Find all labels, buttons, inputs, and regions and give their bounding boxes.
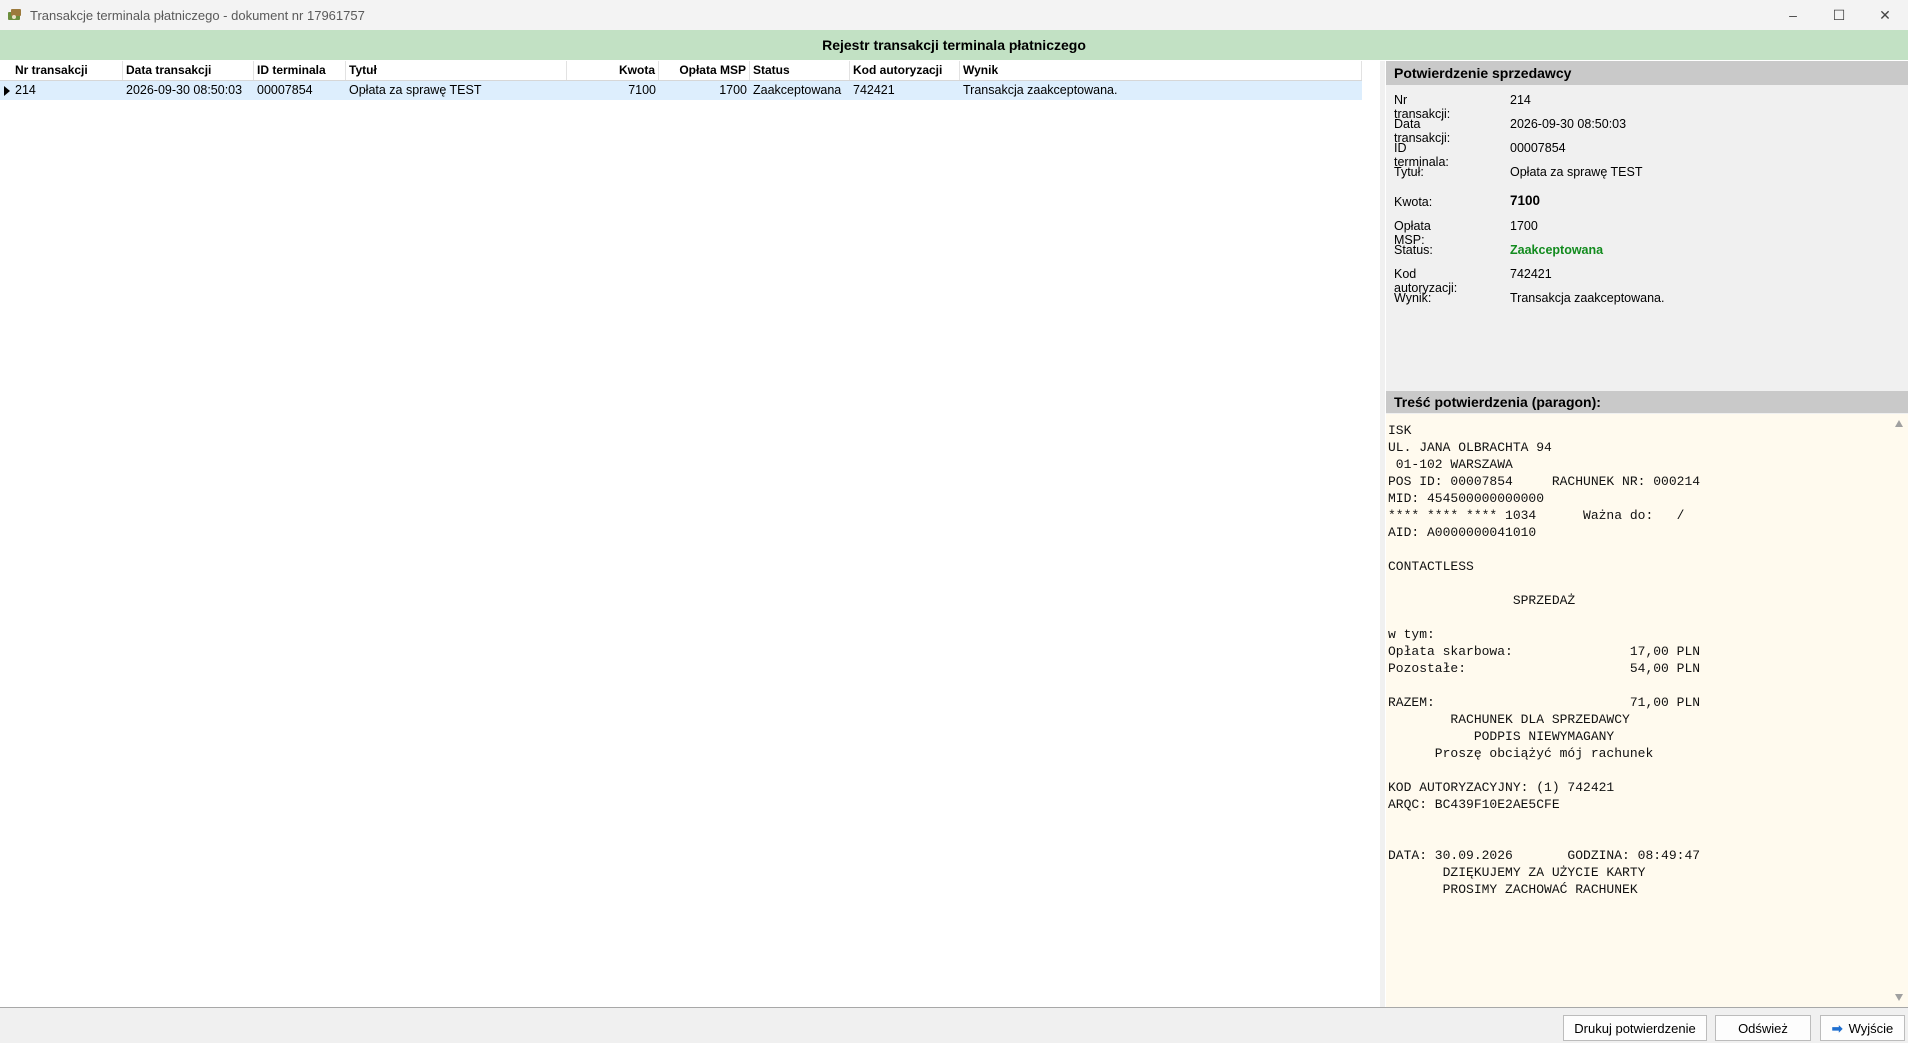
scroll-up-icon[interactable] <box>1895 420 1903 427</box>
exit-arrow-icon: ➡ <box>1831 1021 1843 1036</box>
column-header-nr[interactable]: Nr transakcji <box>12 61 123 80</box>
field-value: 2026-09-30 08:50:03 <box>1510 117 1627 131</box>
cell-amount: 7100 <box>628 83 656 97</box>
scroll-down-icon[interactable] <box>1895 994 1903 1001</box>
window-titlebar: Transakcje terminala płatniczego - dokum… <box>0 0 1908 30</box>
field-label: Status: <box>1394 243 1433 257</box>
field-value: 00007854 <box>1510 141 1566 155</box>
receipt-text: ISK UL. JANA OLBRACHTA 94 01-102 WARSZAW… <box>1388 423 1701 897</box>
bottom-toolbar: Drukuj potwierdzenie Odśwież ➡ Wyjście <box>0 1007 1908 1043</box>
minimize-button[interactable]: – <box>1770 0 1816 30</box>
field-value: 742421 <box>1510 267 1552 281</box>
cell-title: Opłata za sprawę TEST <box>349 83 482 97</box>
cell-status: Zaakceptowana <box>753 83 842 97</box>
close-button[interactable]: ✕ <box>1862 0 1908 30</box>
cell-msp-fee: 1700 <box>719 83 747 97</box>
field-value: Transakcja zaakceptowana. <box>1510 291 1665 305</box>
refresh-button[interactable]: Odśwież <box>1715 1015 1811 1041</box>
cell-nr: 214 <box>15 83 36 97</box>
window-title: Transakcje terminala płatniczego - dokum… <box>30 7 365 23</box>
column-header-date[interactable]: Data transakcji <box>123 61 254 80</box>
row-indicator-icon <box>4 86 10 96</box>
cell-terminal-id: 00007854 <box>257 83 313 97</box>
receipt-header: Treść potwierdzenia (paragon): <box>1386 391 1908 413</box>
field-value: Opłata za sprawę TEST <box>1510 165 1643 179</box>
column-header-msp-fee[interactable]: Opłata MSP <box>659 61 750 80</box>
column-header-status[interactable]: Status <box>750 61 850 80</box>
cell-date: 2026-09-30 08:50:03 <box>126 83 243 97</box>
table-row[interactable]: 214 2026-09-30 08:50:03 00007854 Opłata … <box>0 81 1362 100</box>
grid-header: Nr transakcji Data transakcji ID termina… <box>0 61 1362 81</box>
column-header-result[interactable]: Wynik <box>960 61 1362 80</box>
exit-button[interactable]: ➡ Wyjście <box>1820 1015 1905 1041</box>
receipt-scrollbar[interactable] <box>1892 414 1908 1007</box>
cell-auth-code: 742421 <box>853 83 895 97</box>
transactions-grid: Nr transakcji Data transakcji ID termina… <box>0 61 1362 1007</box>
receipt-content[interactable]: ISK UL. JANA OLBRACHTA 94 01-102 WARSZAW… <box>1386 414 1908 1007</box>
panel-splitter[interactable] <box>1380 61 1385 1007</box>
column-header-title[interactable]: Tytuł <box>346 61 567 80</box>
field-label: Tytuł: <box>1394 165 1424 179</box>
field-value: 7100 <box>1510 193 1541 208</box>
status-badge: Zaakceptowana <box>1510 243 1604 257</box>
field-value: 214 <box>1510 93 1531 107</box>
app-icon <box>8 9 21 20</box>
column-header-amount[interactable]: Kwota <box>567 61 659 80</box>
field-label: Kwota: <box>1394 195 1433 209</box>
maximize-button[interactable]: ☐ <box>1816 0 1862 30</box>
field-label: Wynik: <box>1394 291 1432 305</box>
register-banner: Rejestr transakcji terminala płatniczego <box>0 30 1908 60</box>
confirmation-panel: Potwierdzenie sprzedawcy Nr transakcji: … <box>1386 61 1908 1007</box>
confirmation-header: Potwierdzenie sprzedawcy <box>1386 61 1908 85</box>
column-header-auth-code[interactable]: Kod autoryzacji <box>850 61 960 80</box>
cell-result: Transakcja zaakceptowana. <box>963 83 1118 97</box>
print-confirmation-button[interactable]: Drukuj potwierdzenie <box>1563 1015 1707 1041</box>
column-header-terminal-id[interactable]: ID terminala <box>254 61 346 80</box>
field-value: 1700 <box>1510 219 1538 233</box>
exit-button-label: Wyjście <box>1848 1021 1894 1036</box>
